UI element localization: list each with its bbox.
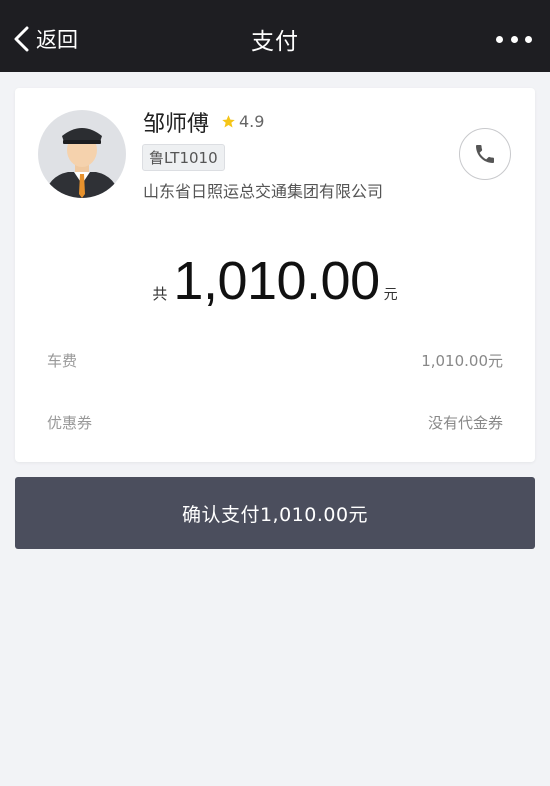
driver-company: 山东省日照运总交通集团有限公司 bbox=[143, 182, 384, 201]
license-plate-badge: 鲁LT1010 bbox=[142, 144, 225, 171]
fare-row: 车费 1,010.00元 bbox=[47, 348, 503, 372]
fare-value: 1,010.00元 bbox=[421, 351, 503, 370]
star-icon bbox=[222, 115, 235, 128]
fare-label: 车费 bbox=[47, 351, 78, 370]
total-amount: 共 1,010.00 元 bbox=[15, 250, 535, 312]
confirm-pay-button[interactable]: 确认支付1,010.00元 bbox=[15, 477, 535, 549]
coupon-label: 优惠券 bbox=[47, 413, 93, 432]
more-dots-icon[interactable] bbox=[496, 32, 532, 46]
navigation-bar: 返回 支付 bbox=[0, 0, 550, 72]
driver-avatar bbox=[38, 110, 126, 198]
page-title: 支付 bbox=[251, 29, 299, 55]
call-driver-button[interactable] bbox=[459, 128, 511, 180]
total-unit: 元 bbox=[383, 287, 398, 303]
phone-icon bbox=[476, 145, 494, 163]
driver-rating: 4.9 bbox=[221, 112, 264, 131]
coupon-row[interactable]: 优惠券 没有代金券 bbox=[47, 410, 503, 434]
coupon-value[interactable]: 没有代金券 bbox=[428, 412, 503, 433]
total-prefix: 共 bbox=[152, 285, 168, 303]
total-value: 1,010.00 bbox=[173, 251, 380, 311]
driver-name: 邹师傅 bbox=[143, 112, 210, 137]
rating-value: 4.9 bbox=[239, 112, 265, 131]
payment-card: 邹师傅 4.9 鲁LT1010 山东省日照运总交通集团有限公司 共 1,010.… bbox=[15, 88, 535, 462]
